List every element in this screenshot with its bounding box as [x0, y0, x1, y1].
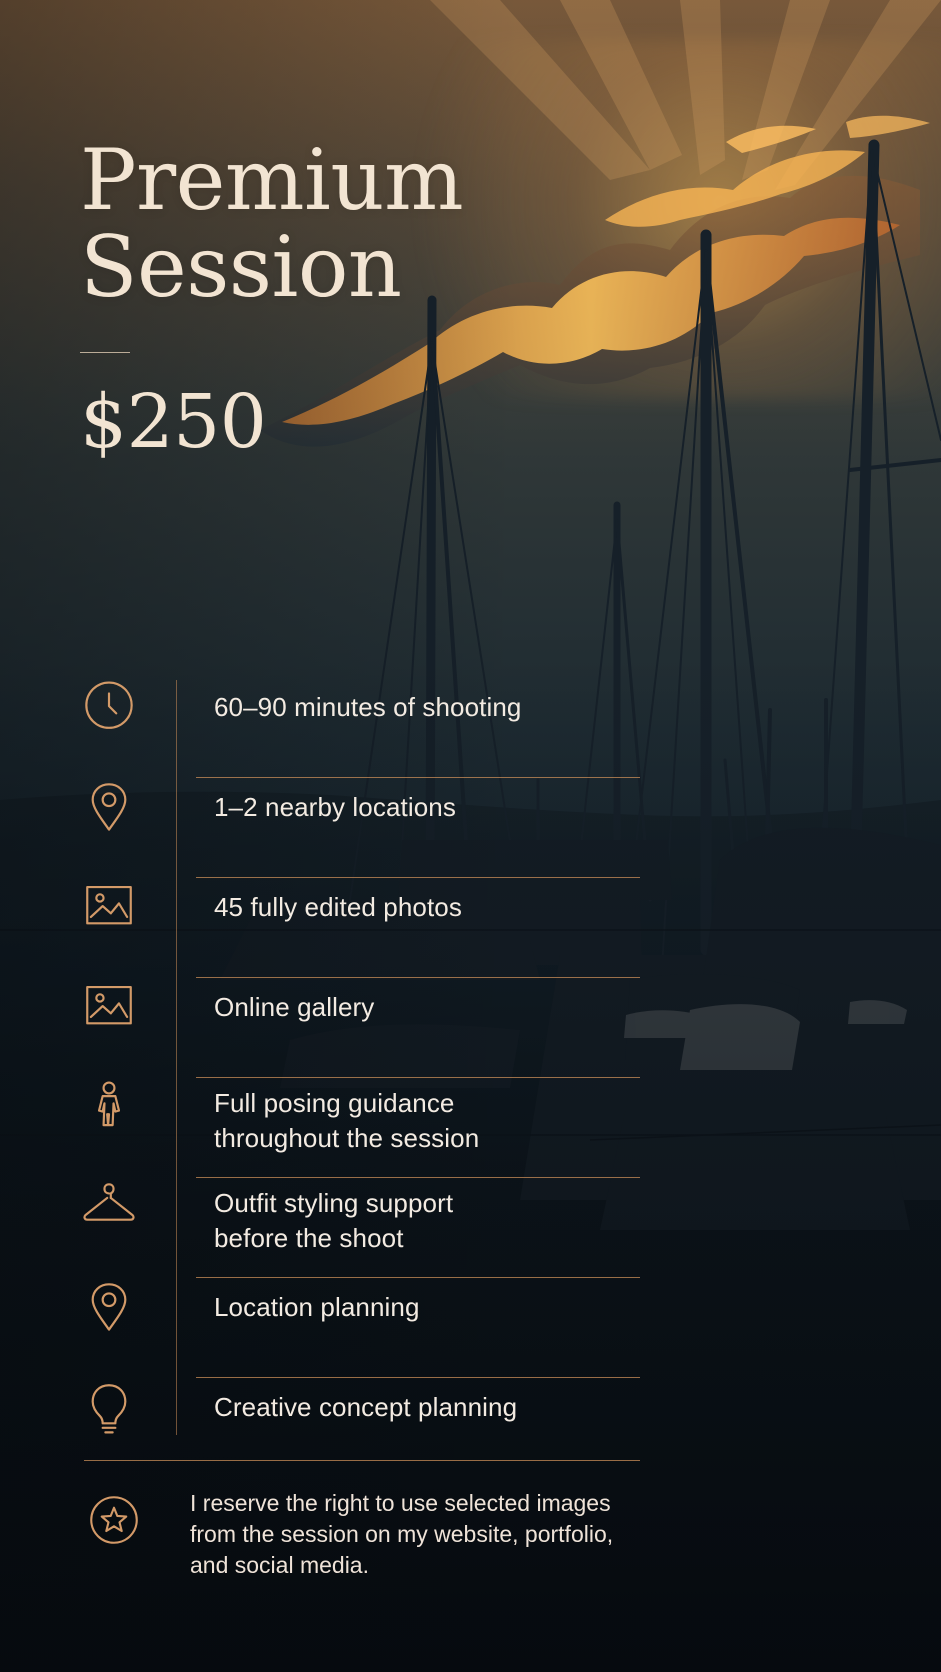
list-item: Full posing guidance throughout the sess…: [80, 1078, 640, 1178]
list-item: Online gallery: [80, 978, 640, 1078]
list-item: Outfit styling support before the shoot: [80, 1178, 640, 1278]
feature-text: Online gallery: [214, 992, 375, 1022]
feature-text: 1–2 nearby locations: [214, 792, 456, 822]
lightbulb-icon: [80, 1378, 138, 1436]
star-badge-icon: [86, 1492, 142, 1548]
feature-text: Location planning: [214, 1292, 420, 1322]
list-item: Location planning: [80, 1278, 640, 1378]
note-divider: [84, 1460, 640, 1461]
price-label: $250: [80, 379, 267, 466]
location-pin-icon: [80, 778, 138, 836]
clock-icon: [80, 678, 138, 736]
feature-list: 60–90 minutes of shooting 1–2 nearby loc…: [80, 678, 640, 1478]
image-icon: [80, 978, 138, 1036]
list-item: 45 fully edited photos: [80, 878, 640, 978]
hero-section: Premium Session $250: [80, 131, 600, 466]
page-title-line-2: Session: [80, 217, 402, 316]
person-icon: [80, 1078, 138, 1136]
page-title-line-1: Premium: [80, 131, 464, 229]
location-pin-icon: [80, 1278, 138, 1336]
list-item: Creative concept planning: [80, 1378, 640, 1478]
feature-text: 45 fully edited photos: [214, 892, 462, 922]
usage-note: I reserve the right to use selected imag…: [80, 1488, 640, 1598]
feature-text: 60–90 minutes of shooting: [214, 692, 522, 722]
list-item: 60–90 minutes of shooting: [80, 678, 640, 778]
hanger-icon: [80, 1178, 138, 1236]
image-icon: [80, 878, 138, 936]
list-item: 1–2 nearby locations: [80, 778, 640, 878]
feature-text: Outfit styling support before the shoot: [214, 1188, 454, 1253]
usage-note-text: I reserve the right to use selected imag…: [190, 1490, 614, 1579]
title-divider: [80, 352, 130, 354]
feature-text: Full posing guidance throughout the sess…: [214, 1088, 480, 1153]
feature-text: Creative concept planning: [214, 1392, 518, 1422]
